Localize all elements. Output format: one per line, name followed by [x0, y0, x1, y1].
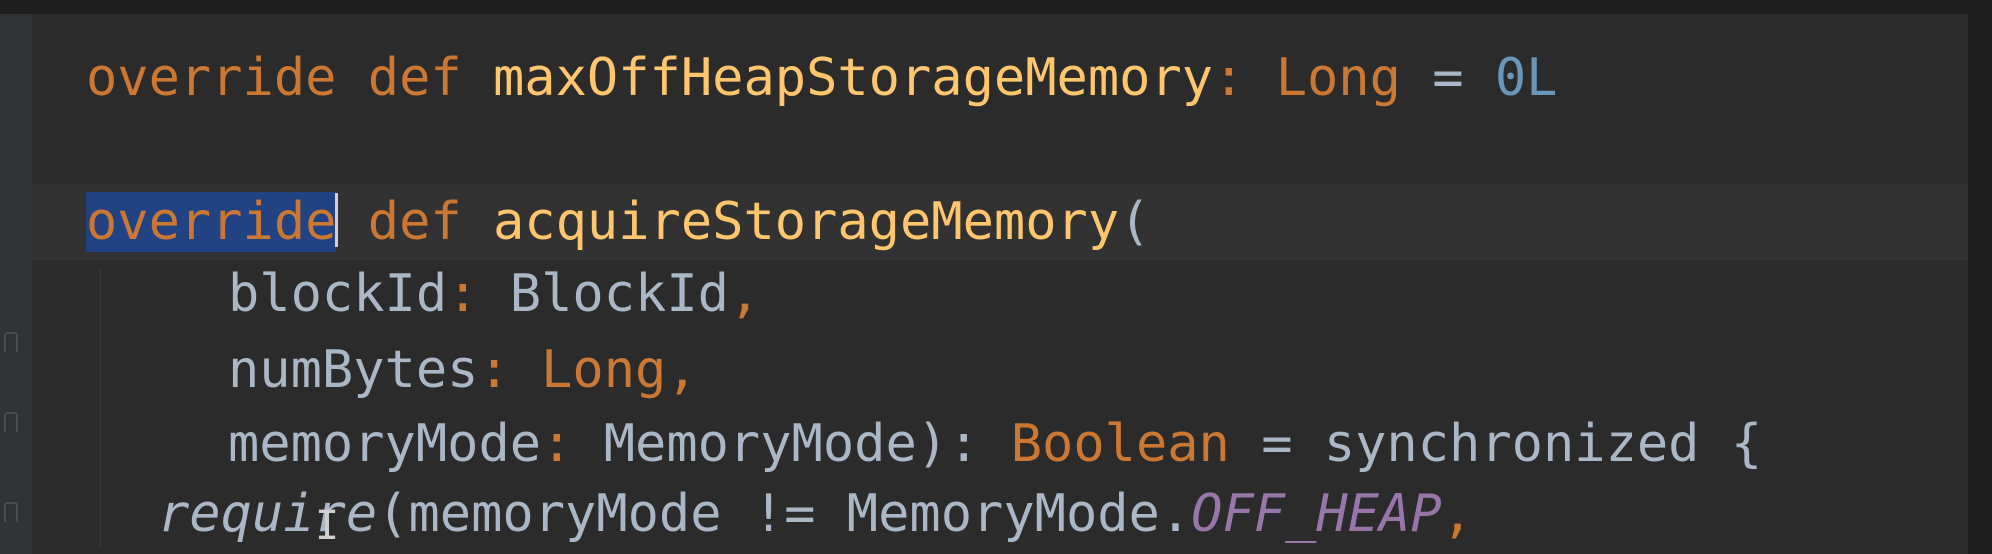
function-name[interactable]: acquireStorageMemory	[493, 192, 1119, 252]
editor-gutter[interactable]	[0, 14, 32, 554]
editor-scrollbar-track[interactable]	[1968, 14, 1992, 554]
param-name[interactable]: numBytes	[228, 340, 478, 400]
type-name[interactable]: MemoryMode	[604, 414, 917, 474]
keyword-def: def	[367, 192, 462, 252]
code-line-6[interactable]: require(memoryMode != MemoryMode.OFF_HEA…	[158, 482, 1473, 546]
equals-operator: =	[1261, 414, 1293, 474]
argument-name[interactable]: memoryMode	[408, 484, 721, 544]
code-line-5[interactable]: memoryMode: MemoryMode): Boolean = synch…	[228, 412, 1762, 476]
open-brace: {	[1730, 414, 1763, 474]
ibeam-cursor-icon: I	[315, 503, 340, 549]
type-long[interactable]: Long	[1276, 48, 1401, 108]
colon: :	[447, 264, 479, 324]
fold-marker-icon[interactable]	[4, 332, 18, 352]
code-line-4[interactable]: numBytes: Long,	[228, 338, 698, 402]
number-literal: 0L	[1494, 48, 1558, 108]
code-line-2[interactable]: override def acquireStorageMemory(	[86, 190, 1150, 254]
function-name[interactable]: maxOffHeapStorageMemory	[493, 48, 1213, 108]
enum-type[interactable]: MemoryMode.	[847, 484, 1191, 544]
colon: :	[1213, 48, 1245, 108]
equals-operator: =	[1432, 48, 1464, 108]
not-equal-operator: !=	[752, 484, 816, 544]
keyword-def: def	[367, 48, 462, 108]
return-type[interactable]: Boolean	[1011, 414, 1230, 474]
close-paren-colon: ):	[916, 414, 980, 474]
code-line-3[interactable]: blockId: BlockId,	[228, 262, 760, 326]
fold-marker-icon[interactable]	[4, 412, 18, 432]
require-call[interactable]: require	[158, 484, 377, 544]
keyword-override: override	[86, 48, 337, 108]
param-name[interactable]: blockId	[228, 264, 447, 324]
comma: ,	[666, 340, 698, 400]
open-paren: (	[1119, 192, 1151, 252]
colon: :	[541, 414, 573, 474]
param-name[interactable]: memoryMode	[228, 414, 541, 474]
type-name[interactable]: BlockId	[510, 264, 729, 324]
enum-constant[interactable]: OFF_HEAP	[1191, 484, 1441, 544]
keyword-override-selected[interactable]: override	[86, 192, 337, 252]
comma: ,	[728, 264, 761, 324]
open-paren: (	[377, 484, 409, 544]
code-line-1[interactable]: override def maxOffHeapStorageMemory: Lo…	[86, 46, 1557, 110]
code-editor[interactable]: override def maxOffHeapStorageMemory: Lo…	[0, 0, 1992, 554]
synchronized-call[interactable]: synchronized	[1324, 414, 1700, 474]
editor-top-edge	[0, 0, 1992, 14]
indent-guide	[100, 268, 101, 548]
fold-marker-icon[interactable]	[4, 502, 18, 522]
comma: ,	[1441, 484, 1473, 544]
type-long[interactable]: Long	[541, 340, 666, 400]
colon: :	[478, 340, 510, 400]
text-caret	[335, 193, 339, 247]
